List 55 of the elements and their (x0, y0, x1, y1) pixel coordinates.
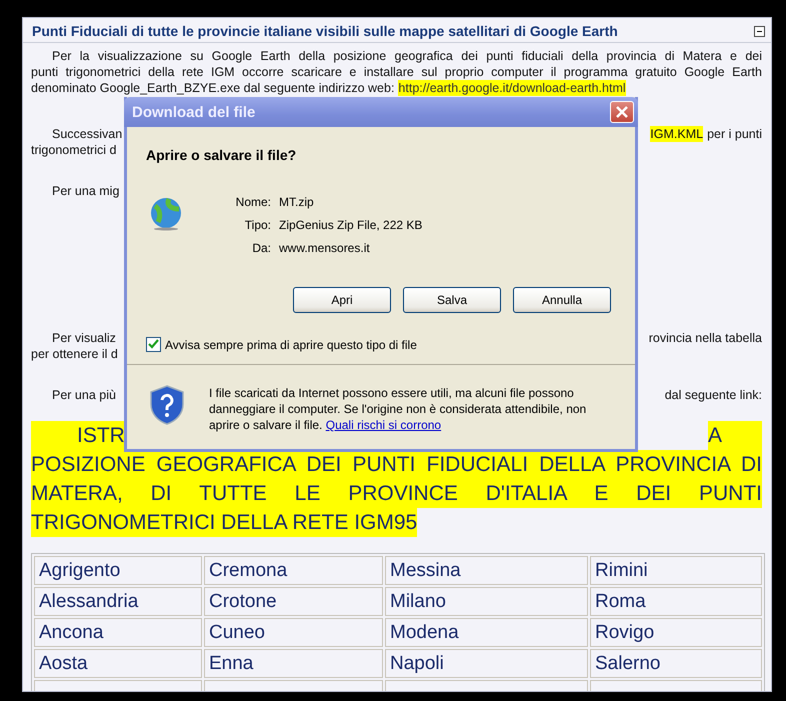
province-cell[interactable]: Napoli (385, 649, 588, 678)
field-value: MT.zip (279, 195, 315, 209)
dialog-button[interactable]: Apri (293, 287, 391, 313)
banner-text: MATERA, DI TUTTE LE PROVINCE D'ITALIA E DEI PUNTI (31, 479, 762, 508)
dialog-title: Download del file (132, 104, 256, 120)
province-cell[interactable]: Cremona (204, 556, 383, 585)
globe-icon (149, 197, 183, 231)
dialog-question: Aprire o salvare il file? (146, 147, 298, 163)
province-cell[interactable]: Rimini (590, 556, 762, 585)
checkbox-label: Avvisa sempre prima di aprire questo tipo di file (165, 338, 417, 352)
province-cell[interactable]: Agrigento (34, 556, 202, 585)
province-cell[interactable]: Alessandria (34, 587, 202, 616)
close-button[interactable] (610, 101, 634, 123)
checkbox[interactable] (146, 337, 161, 352)
warning-text: I file scaricati da Internet possono essere utili, ma alcuni file possono danneggiare il computer. Se l'origine non è considerata attendibile, non aprire o salvare il file. Quali rischi si corrono (209, 385, 588, 433)
province-cell[interactable]: Aosta (34, 649, 202, 678)
province-cell[interactable]: Rovigo (590, 618, 762, 647)
panel-title: Punti Fiduciali di tutte le provincie italiane visibili sulle mappe satellitari di Google Earth (32, 23, 618, 39)
download-link[interactable]: http://earth.google.it/download-earth.html (398, 80, 626, 96)
paragraph-text: per ottenere il d (31, 346, 118, 362)
field-label: Da: (251, 241, 271, 255)
banner-text: POSIZIONE GEOGRAFICA DEI PUNTI FIDUCIALI DELLA PROVINCIA DI (31, 450, 762, 479)
risk-link[interactable]: Quali rischi si corrono (326, 418, 442, 432)
banner-text: TRIGONOMETRICI DELLA RETE IGM95 (31, 508, 418, 537)
paragraph-text: Per la visualizzazione su Google Earth della posizione geografica dei punti fiduciali della provincia di Matera e dei (52, 48, 762, 64)
banner-text: A (708, 421, 762, 450)
province-cell[interactable]: Roma (590, 587, 762, 616)
paragraph-text: per i punti (707, 126, 762, 142)
field-label: Nome: (234, 195, 271, 209)
paragraph-text: trigonometrici d (31, 142, 116, 158)
field-label: Tipo: (244, 218, 271, 232)
paragraph-text: Successivan (52, 126, 122, 142)
collapse-icon[interactable] (754, 26, 765, 36)
province-cell[interactable]: Ancona (34, 618, 202, 647)
province-cell[interactable]: Messina (385, 556, 588, 585)
shield-question-icon (149, 385, 185, 425)
paragraph-text: punti trigonometrici della rete IGM occorre scaricare e installare sul proprio computer il programma gratuito Google Earth (31, 64, 762, 80)
province-cell[interactable]: Salerno (590, 649, 762, 678)
highlighted-filename: IGM.KML (650, 126, 704, 142)
province-cell[interactable]: Cuneo (204, 618, 383, 647)
province-cell[interactable]: Modena (385, 618, 588, 647)
province-cell[interactable]: Crotone (204, 587, 383, 616)
paragraph-text: Per visualiz (52, 330, 116, 346)
dialog-button[interactable]: Salva (403, 287, 501, 313)
province-cell[interactable]: Milano (385, 587, 588, 616)
paragraph-text: dal seguente link: (664, 387, 762, 403)
close-icon (615, 105, 629, 119)
field-value: www.mensores.it (279, 241, 371, 255)
paragraph-text: Per una più (52, 387, 116, 403)
paragraph-text: denominato Google_Earth_BZYE.exe dal seguente indirizzo web: (31, 80, 394, 96)
field-value: ZipGenius Zip File, 222 KB (279, 218, 422, 232)
province-cell[interactable]: Enna (204, 649, 383, 678)
paragraph-text: rovincia nella tabella (648, 330, 762, 346)
paragraph-text: Per una mig (52, 183, 120, 199)
dialog-button[interactable]: Annulla (513, 287, 611, 313)
